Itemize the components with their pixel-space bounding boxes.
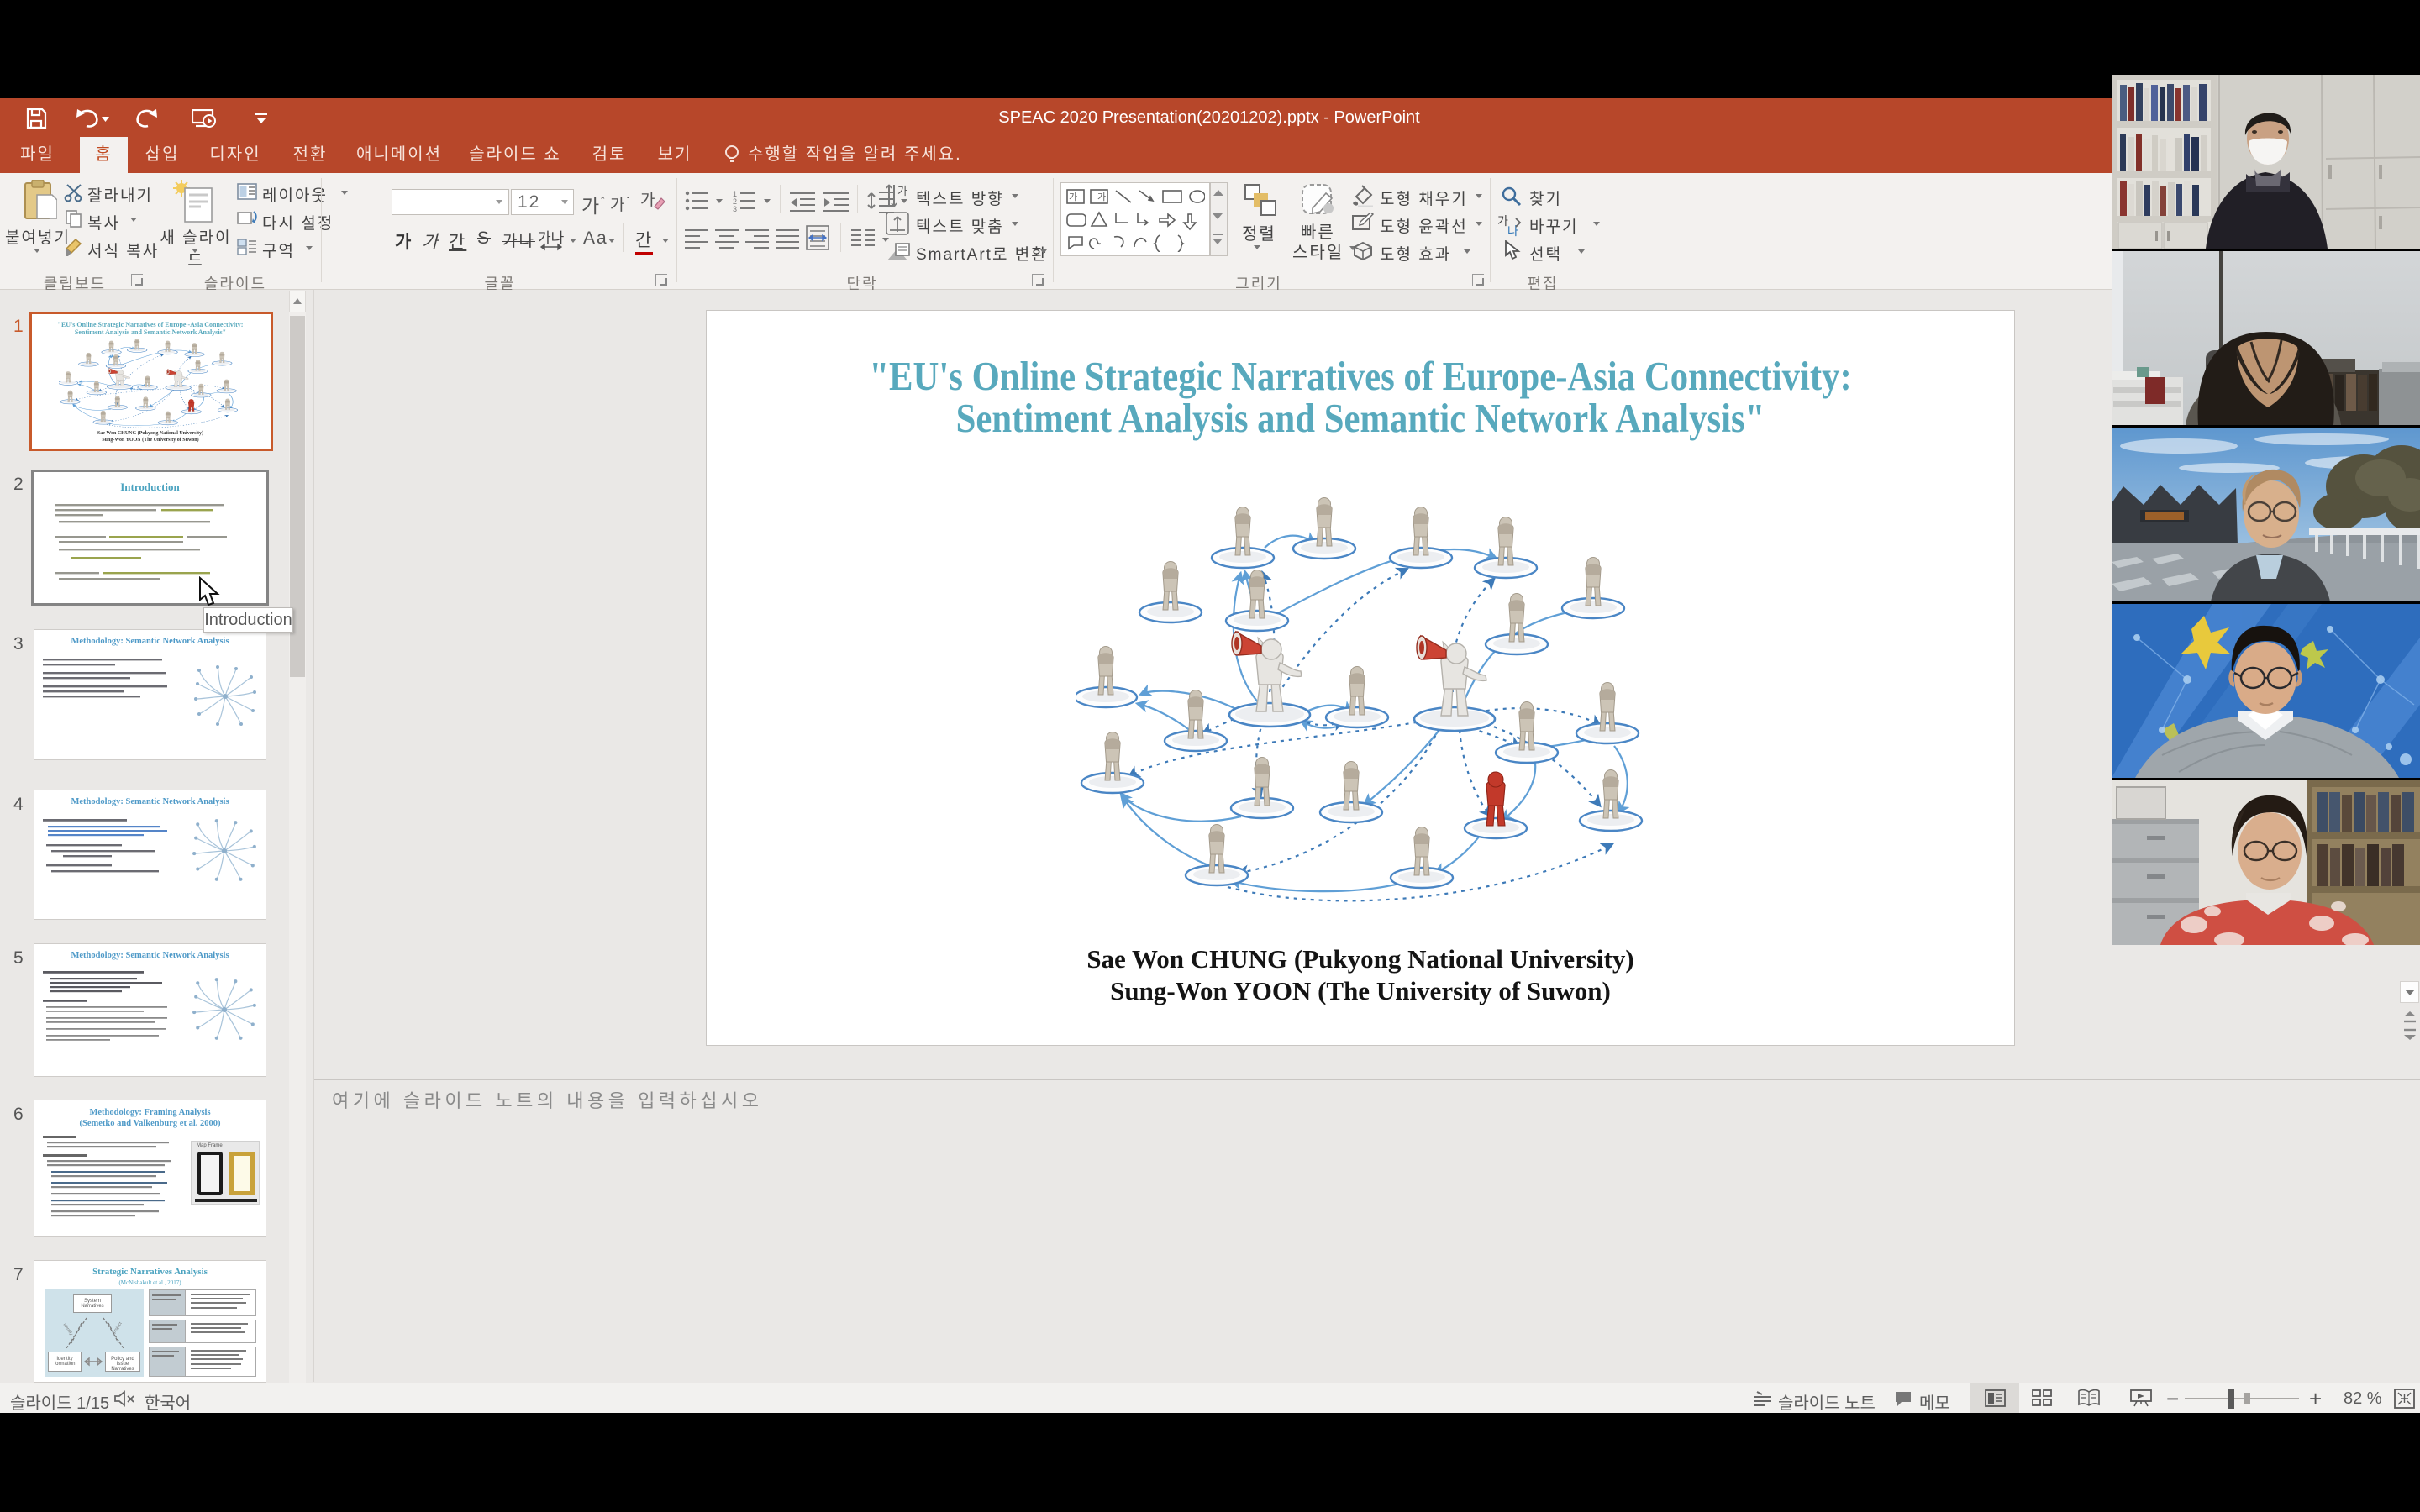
svg-text:가: 가 [897, 185, 908, 197]
svg-text:가: 가 [1069, 192, 1077, 202]
svg-text:3: 3 [733, 205, 737, 212]
svg-text:identify: identify [62, 1323, 74, 1337]
svg-text:project: project [112, 1320, 124, 1334]
svg-text:가나: 가나 [538, 230, 565, 246]
svg-text:가: 가 [1097, 192, 1106, 202]
svg-text:가: 가 [640, 191, 655, 209]
